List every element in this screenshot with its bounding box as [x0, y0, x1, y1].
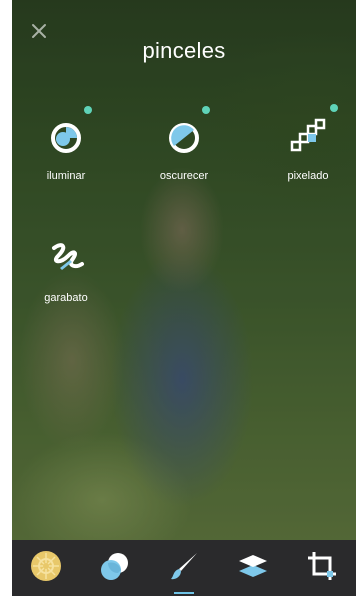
- new-indicator-dot: [202, 106, 210, 114]
- adjust-wheel-icon: [29, 549, 63, 588]
- tool-oscurecer[interactable]: oscurecer: [136, 106, 232, 182]
- new-indicator-dot: [84, 106, 92, 114]
- layers-icon: [236, 549, 270, 588]
- pixelate-brush-icon: [284, 104, 338, 160]
- tab-overlay[interactable]: [95, 548, 135, 588]
- tab-adjust[interactable]: [26, 548, 66, 588]
- page-title: pinceles: [142, 38, 226, 63]
- doodle-brush-icon: [42, 234, 90, 282]
- tab-layers[interactable]: [233, 548, 273, 588]
- tool-iluminar[interactable]: iluminar: [18, 106, 114, 182]
- overlay-circles-icon: [98, 549, 132, 588]
- tool-pixelado[interactable]: pixelado: [260, 104, 356, 182]
- new-indicator-dot: [330, 104, 338, 112]
- lighten-brush-icon: [42, 106, 92, 160]
- brush-icon: [167, 549, 201, 588]
- phone-screen: pinceles iluminar oscurecer pixelado gar…: [12, 0, 356, 596]
- crop-icon: [305, 549, 339, 588]
- tool-label: oscurecer: [159, 170, 209, 182]
- tool-garabato[interactable]: garabato: [18, 234, 114, 304]
- tool-label: iluminar: [46, 170, 86, 182]
- bottom-toolbar: [12, 540, 356, 596]
- tab-crop[interactable]: [302, 548, 342, 588]
- darken-brush-icon: [160, 106, 210, 160]
- tab-brushes[interactable]: [164, 548, 204, 594]
- tool-label: garabato: [44, 292, 88, 304]
- tool-label: pixelado: [287, 170, 329, 182]
